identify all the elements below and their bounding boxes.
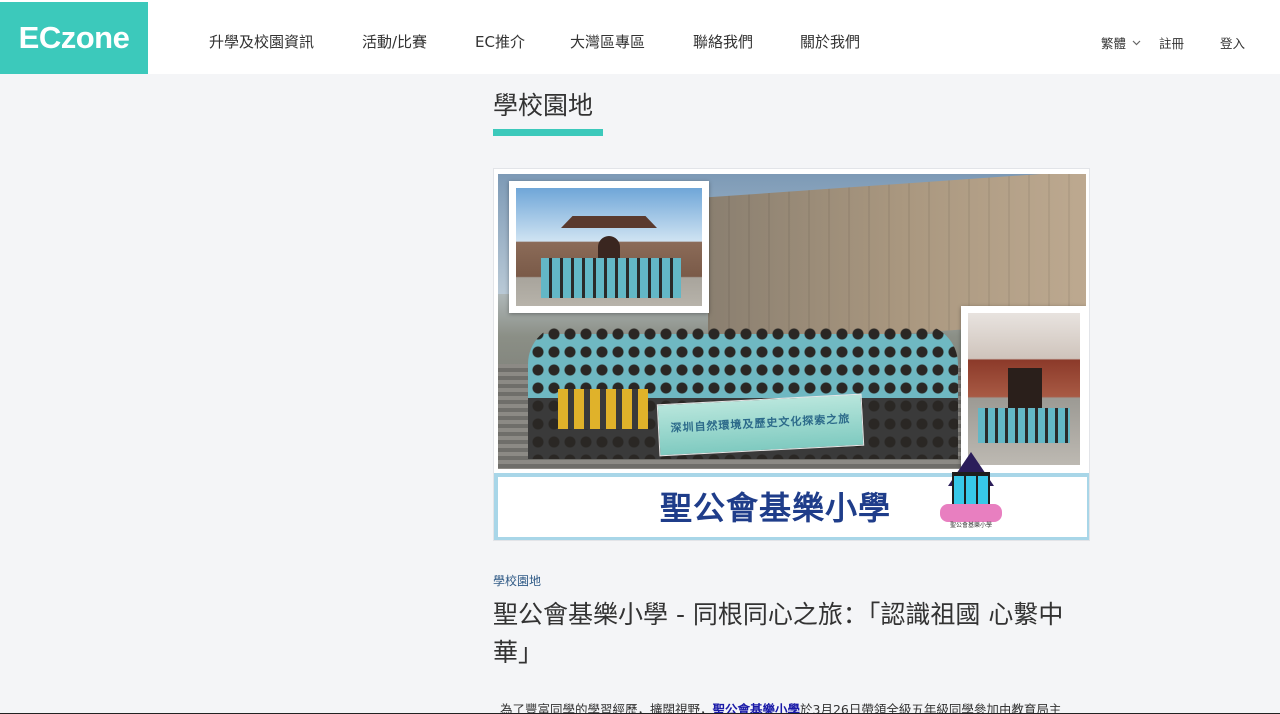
- article-category-link[interactable]: 學校園地: [493, 572, 541, 589]
- nav-item-admission-info[interactable]: 升學及校園資訊: [209, 31, 314, 52]
- inset-photo-fortress-gate: [509, 181, 709, 313]
- article-headline: 聖公會基樂小學 - 同根同心之旅：「認識祖國 心繫中華」: [493, 600, 1064, 667]
- nav-item-ec-recommend[interactable]: EC推介: [475, 31, 525, 52]
- banner-school-name: 聖公會基樂小學: [660, 489, 892, 527]
- nav-item-contact[interactable]: 聯絡我們: [693, 31, 753, 52]
- inset-photo-temple: [961, 306, 1086, 469]
- language-selector[interactable]: 繁體: [1101, 33, 1141, 52]
- nav-item-about[interactable]: 關於我們: [800, 31, 860, 52]
- section-title: 學校園地: [493, 91, 594, 120]
- language-label: 繁體: [1101, 36, 1127, 51]
- site-header: ECzone 升學及校園資訊 活動/比賽 EC推介 大灣區專區 聯絡我們 關於我…: [0, 0, 1280, 74]
- chevron-down-icon: [1132, 34, 1141, 49]
- title-underline: [493, 129, 603, 136]
- login-link[interactable]: 登入: [1220, 33, 1245, 52]
- group-banner-cloth: 深圳自然環境及歷史文化探索之旅: [656, 393, 865, 457]
- register-link[interactable]: 註冊: [1159, 33, 1184, 52]
- nav-item-activities[interactable]: 活動/比賽: [362, 31, 427, 52]
- article-body-text: 為了豐富同學的學習經歷，擴闊視野，聖公會基樂小學於3月26日帶領全級五年級同學參…: [500, 699, 1100, 714]
- article-banner-image[interactable]: 深圳自然環境及歷史文化探索之旅 聖公會基樂小學 聖公會基樂小學: [493, 168, 1090, 541]
- school-logo: 聖公會基樂小學: [940, 452, 1002, 530]
- site-logo[interactable]: ECzone: [0, 2, 148, 74]
- nav-item-greater-bay[interactable]: 大灣區專區: [570, 31, 645, 52]
- group-photo: 深圳自然環境及歷史文化探索之旅: [498, 174, 1086, 469]
- site-logo-text: ECzone: [18, 20, 130, 55]
- school-logo-caption: 聖公會基樂小學: [949, 522, 992, 529]
